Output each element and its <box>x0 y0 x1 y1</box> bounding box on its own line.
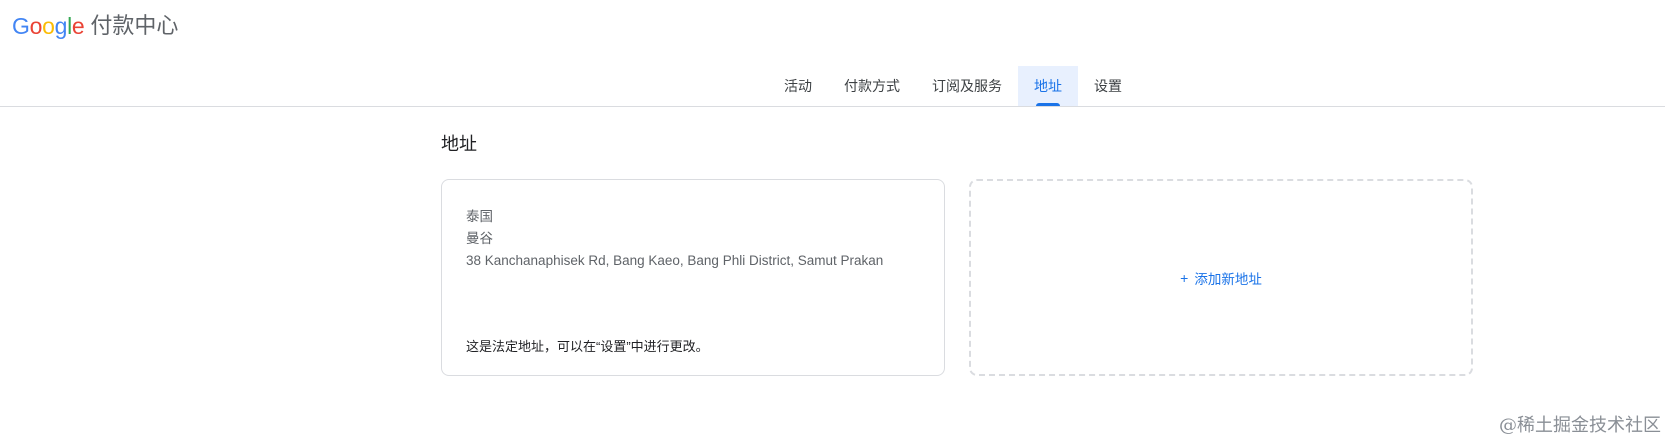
address-city: 曼谷 <box>466 231 493 246</box>
top-header: Google 付款中心 活动 付款方式 订阅及服务 地址 设置 <box>0 0 1665 107</box>
google-logo: Google <box>12 12 85 39</box>
tab-subscriptions-services[interactable]: 订阅及服务 <box>916 66 1018 106</box>
page-title: 地址 <box>441 134 477 154</box>
address-street: 38 Kanchanaphisek Rd, Bang Kaeo, Bang Ph… <box>466 253 884 268</box>
logo-letter: g <box>54 12 68 39</box>
legal-address-note: 这是法定地址，可以在“设置”中进行更改。 <box>466 339 709 354</box>
watermark: @稀土掘金技术社区 <box>1499 415 1661 436</box>
logo-letter: G <box>12 12 30 39</box>
address-card[interactable]: 泰国 曼谷 38 Kanchanaphisek Rd, Bang Kaeo, B… <box>441 179 945 376</box>
logo-letter: e <box>71 12 85 39</box>
add-address-label: 添加新地址 <box>1194 271 1262 287</box>
tab-settings[interactable]: 设置 <box>1078 66 1138 106</box>
tab-addresses[interactable]: 地址 <box>1018 66 1078 106</box>
logo-letter: o <box>29 12 43 39</box>
plus-icon: + <box>1180 269 1189 286</box>
add-address-card[interactable]: + 添加新地址 <box>969 179 1473 376</box>
add-address-button[interactable]: + 添加新地址 <box>1180 268 1262 288</box>
address-country: 泰国 <box>466 209 493 224</box>
logo-letter: o <box>42 12 55 39</box>
tab-activity[interactable]: 活动 <box>768 66 828 106</box>
brand[interactable]: Google 付款中心 <box>12 10 178 42</box>
payments-center-app: Google 付款中心 活动 付款方式 订阅及服务 地址 设置 地址 泰国 曼谷… <box>0 0 1665 441</box>
product-name: 付款中心 <box>90 13 179 38</box>
tab-payment-methods[interactable]: 付款方式 <box>828 66 916 106</box>
main-tabs: 活动 付款方式 订阅及服务 地址 设置 <box>768 66 1138 106</box>
